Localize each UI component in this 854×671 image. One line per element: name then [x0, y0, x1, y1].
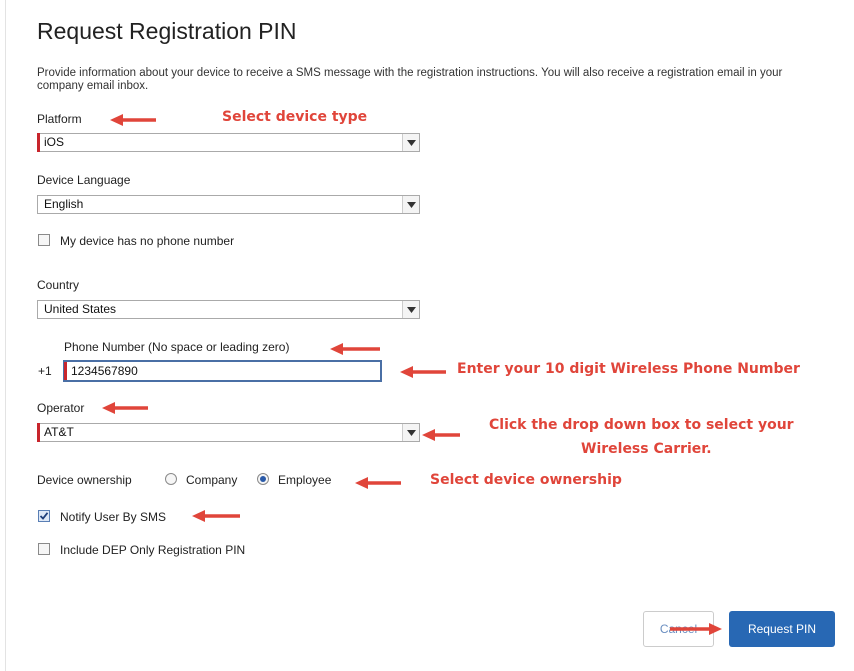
platform-value: iOS [44, 135, 65, 149]
chevron-down-icon [402, 134, 419, 151]
operator-label: Operator [37, 401, 85, 415]
annotation-arrow-icon [330, 343, 380, 355]
phone-input[interactable]: 1234567890 [63, 360, 382, 382]
phone-prefix: +1 [38, 364, 52, 378]
annotation-arrow-icon [670, 623, 722, 635]
language-label: Device Language [37, 173, 131, 187]
annotation-arrow-icon [422, 429, 460, 441]
intro-text: Provide information about your device to… [37, 67, 783, 92]
no-phone-label: My device has no phone number [60, 234, 235, 248]
annotation-arrow-icon [110, 114, 156, 126]
request-pin-button[interactable]: Request PIN [729, 611, 835, 647]
dep-label: Include DEP Only Registration PIN [60, 543, 246, 557]
annotation-ownership: Select device ownership [430, 472, 622, 488]
country-label: Country [37, 278, 80, 292]
annotation-carrier-line1: Click the drop down box to select your [489, 417, 794, 433]
ownership-company-label: Company [186, 473, 238, 487]
checkmark-icon [39, 512, 49, 520]
ownership-label: Device ownership [37, 473, 132, 487]
ownership-company-radio[interactable] [165, 473, 177, 485]
ownership-employee-radio[interactable] [257, 473, 269, 485]
phone-value: 1234567890 [71, 364, 138, 378]
chevron-down-icon [402, 196, 419, 213]
language-select[interactable]: English [37, 195, 420, 214]
chevron-down-icon [402, 301, 419, 318]
operator-value: AT&T [44, 425, 74, 439]
annotation-device-type: Select device type [222, 109, 368, 125]
platform-select[interactable]: iOS [37, 133, 420, 152]
annotation-arrow-icon [102, 402, 148, 414]
annotation-arrow-icon [192, 510, 240, 522]
notify-sms-checkbox[interactable] [38, 510, 50, 522]
dep-checkbox[interactable] [38, 543, 50, 555]
notify-sms-label: Notify User By SMS [60, 510, 167, 524]
operator-select[interactable]: AT&T [37, 423, 420, 442]
annotation-arrow-icon [355, 477, 401, 489]
language-value: English [44, 197, 84, 211]
ownership-employee-label: Employee [278, 473, 332, 487]
annotation-phone: Enter your 10 digit Wireless Phone Numbe… [457, 361, 800, 377]
page-left-border [5, 0, 6, 671]
platform-label: Platform [37, 112, 82, 126]
page-title: Request Registration PIN [37, 18, 297, 44]
no-phone-checkbox[interactable] [38, 234, 50, 246]
country-value: United States [44, 302, 117, 316]
annotation-arrow-icon [400, 366, 446, 378]
country-select[interactable]: United States [37, 300, 420, 319]
annotation-carrier-line2: Wireless Carrier. [581, 441, 712, 457]
phone-label: Phone Number (No space or leading zero) [64, 340, 290, 354]
chevron-down-icon [402, 424, 419, 441]
